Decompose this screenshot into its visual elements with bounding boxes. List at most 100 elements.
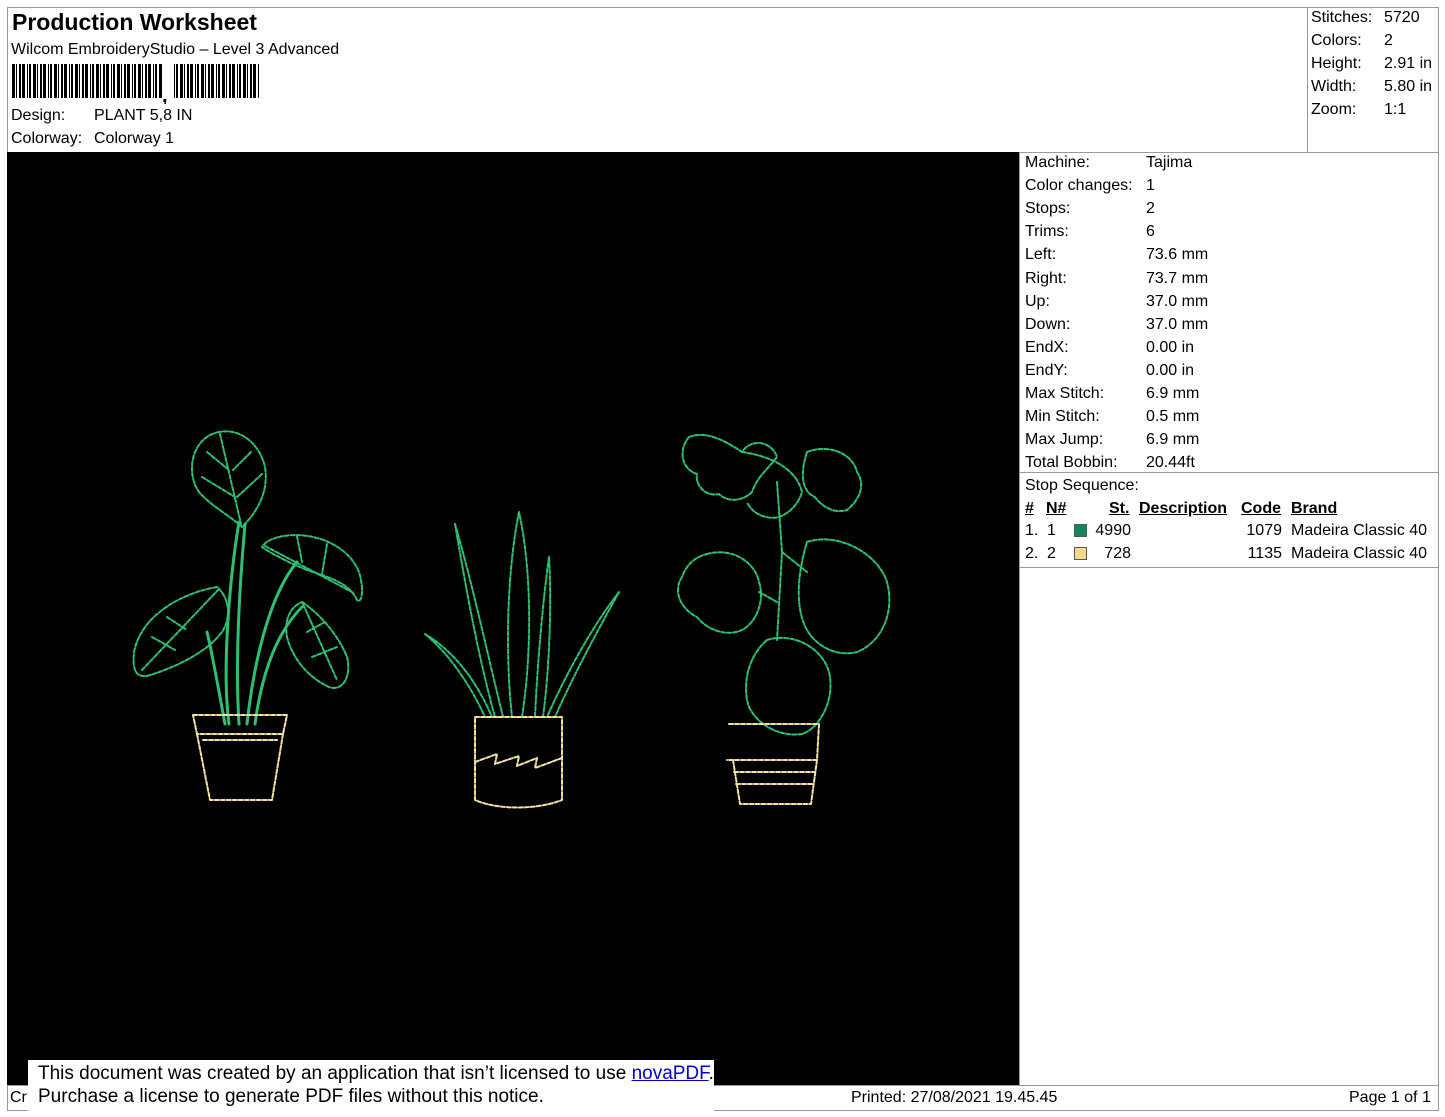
blank-panel xyxy=(1019,567,1439,1086)
detail-value: 1 xyxy=(1146,177,1155,195)
detail-label: Total Bobbin: xyxy=(1025,454,1118,472)
summary-label: Height: xyxy=(1311,55,1362,72)
barcode-bar xyxy=(239,64,241,98)
barcode-bar xyxy=(176,64,178,98)
summary-value: 1:1 xyxy=(1384,101,1407,118)
barcode-bar xyxy=(37,64,38,98)
row-stitches: 728 xyxy=(1104,545,1131,562)
detail-label: Right: xyxy=(1025,269,1067,287)
column-header: N# xyxy=(1046,500,1067,517)
barcode-bar xyxy=(222,64,225,98)
row-needle: 1 xyxy=(1047,522,1056,539)
detail-label: Left: xyxy=(1025,246,1057,264)
detail-value: Tajima xyxy=(1146,154,1193,171)
barcode-bar xyxy=(148,64,151,98)
barcode-bar xyxy=(201,64,204,98)
barcode-bar xyxy=(124,64,126,98)
detail-label: Machine: xyxy=(1025,154,1090,171)
detail-label: Max Stitch: xyxy=(1025,385,1105,402)
barcode-bar xyxy=(218,64,220,98)
detail-label: Min Stitch: xyxy=(1025,408,1100,426)
column-header: Brand xyxy=(1291,500,1338,517)
barcode-bar xyxy=(180,64,183,98)
colorway-label: Colorway: xyxy=(11,130,83,147)
detail-label: Trims: xyxy=(1025,223,1069,241)
detail-value: 20.44ft xyxy=(1146,454,1195,472)
row-code: 1135 xyxy=(1247,545,1282,562)
barcode-bar xyxy=(132,64,133,98)
detail-value: 0.00 in xyxy=(1146,361,1195,379)
barcode-bar xyxy=(85,64,88,98)
alocasia-plant xyxy=(132,430,364,689)
summary-label: Stitches: xyxy=(1311,9,1373,26)
barcode-comma: , xyxy=(162,85,168,104)
monstera-plant xyxy=(677,433,891,736)
barcode-bar xyxy=(121,64,122,98)
summary-value: 2.91 in xyxy=(1384,55,1433,72)
printed-timestamp: Printed: 27/08/2021 19.45.45 xyxy=(851,1089,1058,1106)
row-index: 1. xyxy=(1025,522,1039,539)
barcode-bar xyxy=(50,64,52,98)
design-value: PLANT 5,8 IN xyxy=(94,107,193,124)
colorway-value: Colorway 1 xyxy=(94,130,175,147)
barcode-bar xyxy=(250,64,252,98)
column-header: Description xyxy=(1139,500,1228,517)
barcode-bar xyxy=(113,64,115,98)
row-needle: 2 xyxy=(1047,545,1056,562)
footer-stub: Cr xyxy=(10,1089,27,1106)
detail-label: Down: xyxy=(1025,315,1071,333)
summary-label: Zoom: xyxy=(1311,101,1357,118)
barcode-bar xyxy=(243,64,246,98)
barcode-bar xyxy=(247,64,248,98)
barcode-bar xyxy=(153,64,154,98)
detail-label: EndX: xyxy=(1025,338,1069,356)
barcode-bar xyxy=(61,64,63,98)
row-stitches: 4990 xyxy=(1095,522,1131,539)
barcode-bar xyxy=(54,64,57,98)
barcode-bar xyxy=(138,64,141,98)
barcode-bar xyxy=(40,64,42,98)
page-number: Page 1 of 1 xyxy=(1349,1089,1431,1106)
detail-value: 2 xyxy=(1146,200,1155,218)
notice-text-1: This document was created by an applicat… xyxy=(38,1063,632,1084)
row-code: 1079 xyxy=(1246,522,1282,539)
barcode-bar xyxy=(58,64,59,98)
notice-line-2: Purchase a license to generate PDF files… xyxy=(38,1086,544,1107)
detail-value: 6 xyxy=(1146,223,1155,241)
snake-plant-pot xyxy=(474,716,563,809)
barcode-bar xyxy=(22,64,25,98)
column-header: # xyxy=(1025,500,1034,517)
barcode-bar xyxy=(145,64,147,98)
page-title: Production Worksheet xyxy=(12,9,257,35)
embroidery-design xyxy=(132,430,891,809)
barcode-bar xyxy=(92,64,94,98)
barcode-bar xyxy=(155,64,157,98)
barcode-bar xyxy=(117,64,120,98)
barcode-bar xyxy=(187,64,189,98)
notice-period: . xyxy=(708,1063,714,1084)
license-notice: This document was created by an applicat… xyxy=(28,1060,714,1112)
detail-value: 37.0 mm xyxy=(1146,292,1209,310)
barcode-bar xyxy=(226,64,227,98)
barcode-bar xyxy=(79,64,80,98)
barcode-bar xyxy=(19,64,21,98)
barcode-bar xyxy=(237,64,238,98)
barcode-bar xyxy=(48,64,49,98)
detail-value: 73.6 mm xyxy=(1146,246,1209,264)
summary-label: Colors: xyxy=(1311,32,1362,49)
novapdf-link[interactable]: novaPDF xyxy=(632,1063,709,1084)
monstera-pot xyxy=(726,723,820,805)
detail-label: Max Jump: xyxy=(1025,431,1104,449)
design-preview xyxy=(7,152,1020,1085)
detail-label: Up: xyxy=(1025,292,1050,310)
barcode-bar xyxy=(27,64,28,98)
barcode-bar xyxy=(33,64,36,98)
snake-plant xyxy=(424,511,620,718)
barcode-bar xyxy=(232,64,235,98)
alocasia-pot xyxy=(192,714,288,801)
row-brand: Madeira Classic 40 xyxy=(1291,522,1428,539)
barcode-bar xyxy=(253,64,256,98)
barcode-bar xyxy=(184,64,185,98)
barcode-bar xyxy=(82,64,84,98)
barcode-bar xyxy=(43,64,46,98)
